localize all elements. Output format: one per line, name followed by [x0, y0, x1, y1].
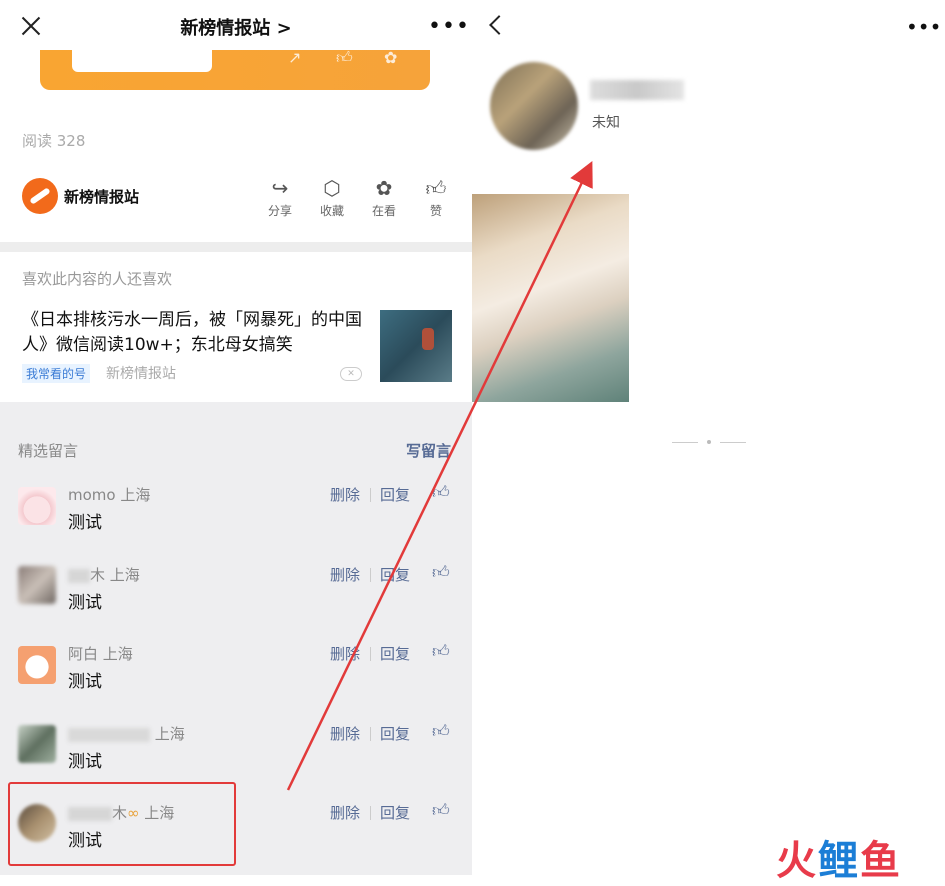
- annotation-arrow: [286, 160, 593, 791]
- watermark-logo: 火鲤鱼: [776, 838, 902, 884]
